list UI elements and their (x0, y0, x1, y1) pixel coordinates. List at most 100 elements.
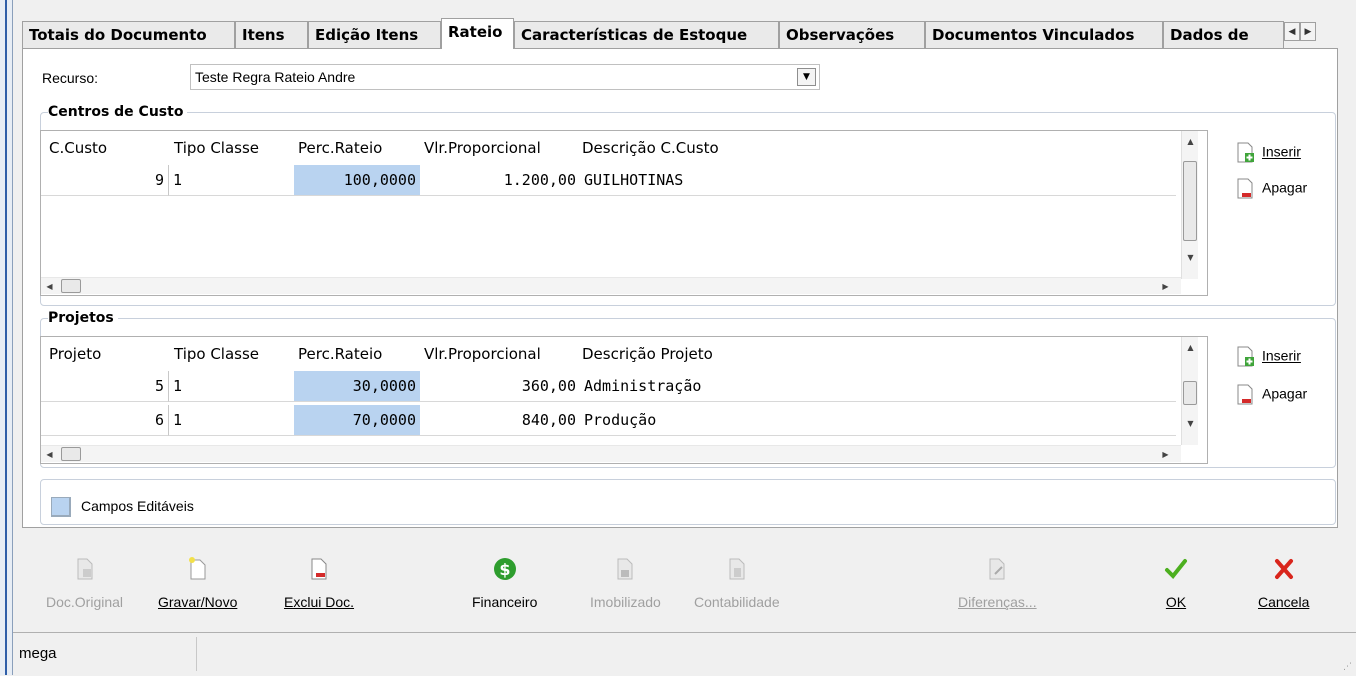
scroll-thumb[interactable] (1183, 161, 1197, 241)
projetos-grid[interactable]: Projeto Tipo Classe Perc.Rateio Vlr.Prop… (40, 336, 1208, 464)
column-header[interactable]: Descrição Projeto (582, 345, 713, 363)
cell-tipo[interactable]: 1 (169, 371, 294, 402)
cancela-button[interactable]: Cancela (1258, 556, 1309, 610)
tab-totais-do-documento[interactable]: Totais do Documento (22, 21, 235, 48)
diferencas-button[interactable]: Diferenças... (958, 556, 1037, 610)
contabilidade-button[interactable]: Contabilidade (694, 556, 780, 610)
centros-apagar-button[interactable]: Apagar (1236, 178, 1307, 200)
cell-tipo[interactable]: 1 (169, 165, 294, 196)
doc-original-button[interactable]: Doc.Original (46, 556, 123, 610)
tab-scroll-right-button[interactable]: ▶ (1300, 22, 1316, 41)
diferencas-label: Diferenças... (958, 594, 1037, 610)
imobilizado-button[interactable]: Imobilizado (590, 556, 661, 610)
tab-strip: Totais do Documento Itens Edição Itens R… (22, 18, 1338, 49)
edit-document-icon (989, 558, 1005, 580)
asset-icon (617, 558, 633, 580)
column-header[interactable]: Tipo Classe (174, 139, 259, 157)
tab-edicao-itens[interactable]: Edição Itens (308, 21, 441, 48)
cell-vlr-proporcional[interactable]: 1.200,00 (420, 165, 580, 196)
table-row[interactable]: 5 1 30,0000 360,00 Administração (41, 371, 1176, 403)
column-header[interactable]: Descrição C.Custo (582, 139, 719, 157)
cell-tipo[interactable]: 1 (169, 405, 294, 436)
centros-de-custo-grid[interactable]: C.Custo Tipo Classe Perc.Rateio Vlr.Prop… (40, 130, 1208, 296)
exclui-doc-button[interactable]: Exclui Doc. (284, 556, 354, 610)
tab-scroll-left-button[interactable]: ◀ (1284, 22, 1300, 41)
cell-descricao[interactable]: Produção (580, 405, 1176, 436)
table-row[interactable]: 6 1 70,0000 840,00 Produção (41, 405, 1176, 437)
delete-document-icon (1237, 384, 1253, 405)
cell-code[interactable]: 5 (41, 371, 169, 402)
column-header[interactable]: Tipo Classe (174, 345, 259, 363)
ok-button[interactable]: OK (1164, 556, 1188, 610)
scroll-thumb[interactable] (61, 447, 81, 461)
scroll-up-icon[interactable]: ▲ (1182, 339, 1199, 356)
dollar-icon: $ (493, 558, 516, 580)
column-header[interactable]: Projeto (49, 345, 101, 363)
recurso-label: Recurso: (42, 70, 99, 86)
doc-original-label: Doc.Original (46, 594, 124, 610)
tab-observacoes[interactable]: Observações (779, 21, 925, 48)
financeiro-label: Financeiro (472, 594, 538, 610)
financeiro-button[interactable]: $ Financeiro (472, 556, 537, 610)
new-document-icon (188, 557, 206, 580)
resize-grip-icon[interactable]: ⋰ (1343, 662, 1352, 672)
dropdown-arrow-icon[interactable]: ▼ (797, 68, 816, 86)
scroll-right-icon[interactable]: ▶ (1157, 446, 1174, 463)
status-divider (196, 637, 197, 671)
contabilidade-label: Contabilidade (694, 594, 780, 610)
cell-descricao[interactable]: GUILHOTINAS (580, 165, 1176, 196)
grid-header: Projeto Tipo Classe Perc.Rateio Vlr.Prop… (41, 337, 1207, 371)
cell-vlr-proporcional[interactable]: 840,00 (420, 405, 580, 436)
column-header[interactable]: Vlr.Proporcional (424, 345, 541, 363)
tab-rateio[interactable]: Rateio (441, 18, 514, 49)
cell-perc-rateio[interactable]: 100,0000 (294, 165, 420, 196)
legend-label: Campos Editáveis (81, 498, 194, 514)
horizontal-scrollbar[interactable]: ◀ ▶ (41, 445, 1181, 462)
recurso-value: Teste Regra Rateio Andre (195, 69, 356, 85)
cell-vlr-proporcional[interactable]: 360,00 (420, 371, 580, 402)
editable-color-swatch (51, 497, 71, 517)
gravar-novo-button[interactable]: Gravar/Novo (158, 556, 237, 610)
table-row[interactable]: 9 1 100,0000 1.200,00 GUILHOTINAS (41, 165, 1176, 197)
status-user: mega (19, 645, 57, 662)
scroll-thumb[interactable] (61, 279, 81, 293)
tab-dados-de[interactable]: Dados de (1163, 21, 1284, 48)
exclui-doc-label: Exclui Doc. (284, 594, 355, 610)
cell-descricao[interactable]: Administração (580, 371, 1176, 402)
scroll-left-icon[interactable]: ◀ (41, 446, 58, 463)
column-header[interactable]: Perc.Rateio (298, 345, 382, 363)
column-header[interactable]: Vlr.Proporcional (424, 139, 541, 157)
close-icon (1274, 559, 1293, 579)
recurso-select[interactable]: Teste Regra Rateio Andre ▼ (190, 64, 820, 90)
vertical-scrollbar[interactable]: ▲ ▼ (1181, 131, 1198, 279)
bottom-toolbar: Doc.Original Gravar/Novo Exclui Doc. $ F… (22, 538, 1338, 628)
projetos-apagar-button[interactable]: Apagar (1236, 384, 1307, 406)
gravar-novo-label: Gravar/Novo (158, 594, 238, 610)
cell-perc-rateio[interactable]: 30,0000 (294, 371, 420, 402)
tab-caracteristicas-de-estoque[interactable]: Características de Estoque (514, 21, 779, 48)
scroll-left-icon[interactable]: ◀ (41, 278, 58, 295)
tab-itens[interactable]: Itens (235, 21, 308, 48)
cell-code[interactable]: 6 (41, 405, 169, 436)
delete-document-icon (1237, 178, 1253, 199)
legend-box: Campos Editáveis (40, 479, 1336, 525)
inserir-label: Inserir (1262, 143, 1301, 160)
scroll-right-icon[interactable]: ▶ (1157, 278, 1174, 295)
horizontal-scrollbar[interactable]: ◀ ▶ (41, 277, 1181, 294)
scroll-up-icon[interactable]: ▲ (1182, 133, 1199, 150)
column-header[interactable]: Perc.Rateio (298, 139, 382, 157)
tab-documentos-vinculados[interactable]: Documentos Vinculados (925, 21, 1163, 48)
add-document-icon (1237, 346, 1254, 367)
projetos-inserir-button[interactable]: Inserir (1236, 346, 1301, 368)
column-header[interactable]: C.Custo (49, 139, 107, 157)
delete-document-icon (311, 558, 327, 580)
scroll-down-icon[interactable]: ▼ (1182, 415, 1199, 432)
vertical-scrollbar[interactable]: ▲ ▼ (1181, 337, 1198, 445)
cell-code[interactable]: 9 (41, 165, 169, 196)
scroll-down-icon[interactable]: ▼ (1182, 249, 1199, 266)
cell-perc-rateio[interactable]: 70,0000 (294, 405, 420, 436)
centros-inserir-button[interactable]: Inserir (1236, 142, 1301, 164)
centros-de-custo-title: Centros de Custo (48, 104, 188, 120)
imobilizado-label: Imobilizado (590, 594, 661, 610)
scroll-thumb[interactable] (1183, 381, 1197, 405)
